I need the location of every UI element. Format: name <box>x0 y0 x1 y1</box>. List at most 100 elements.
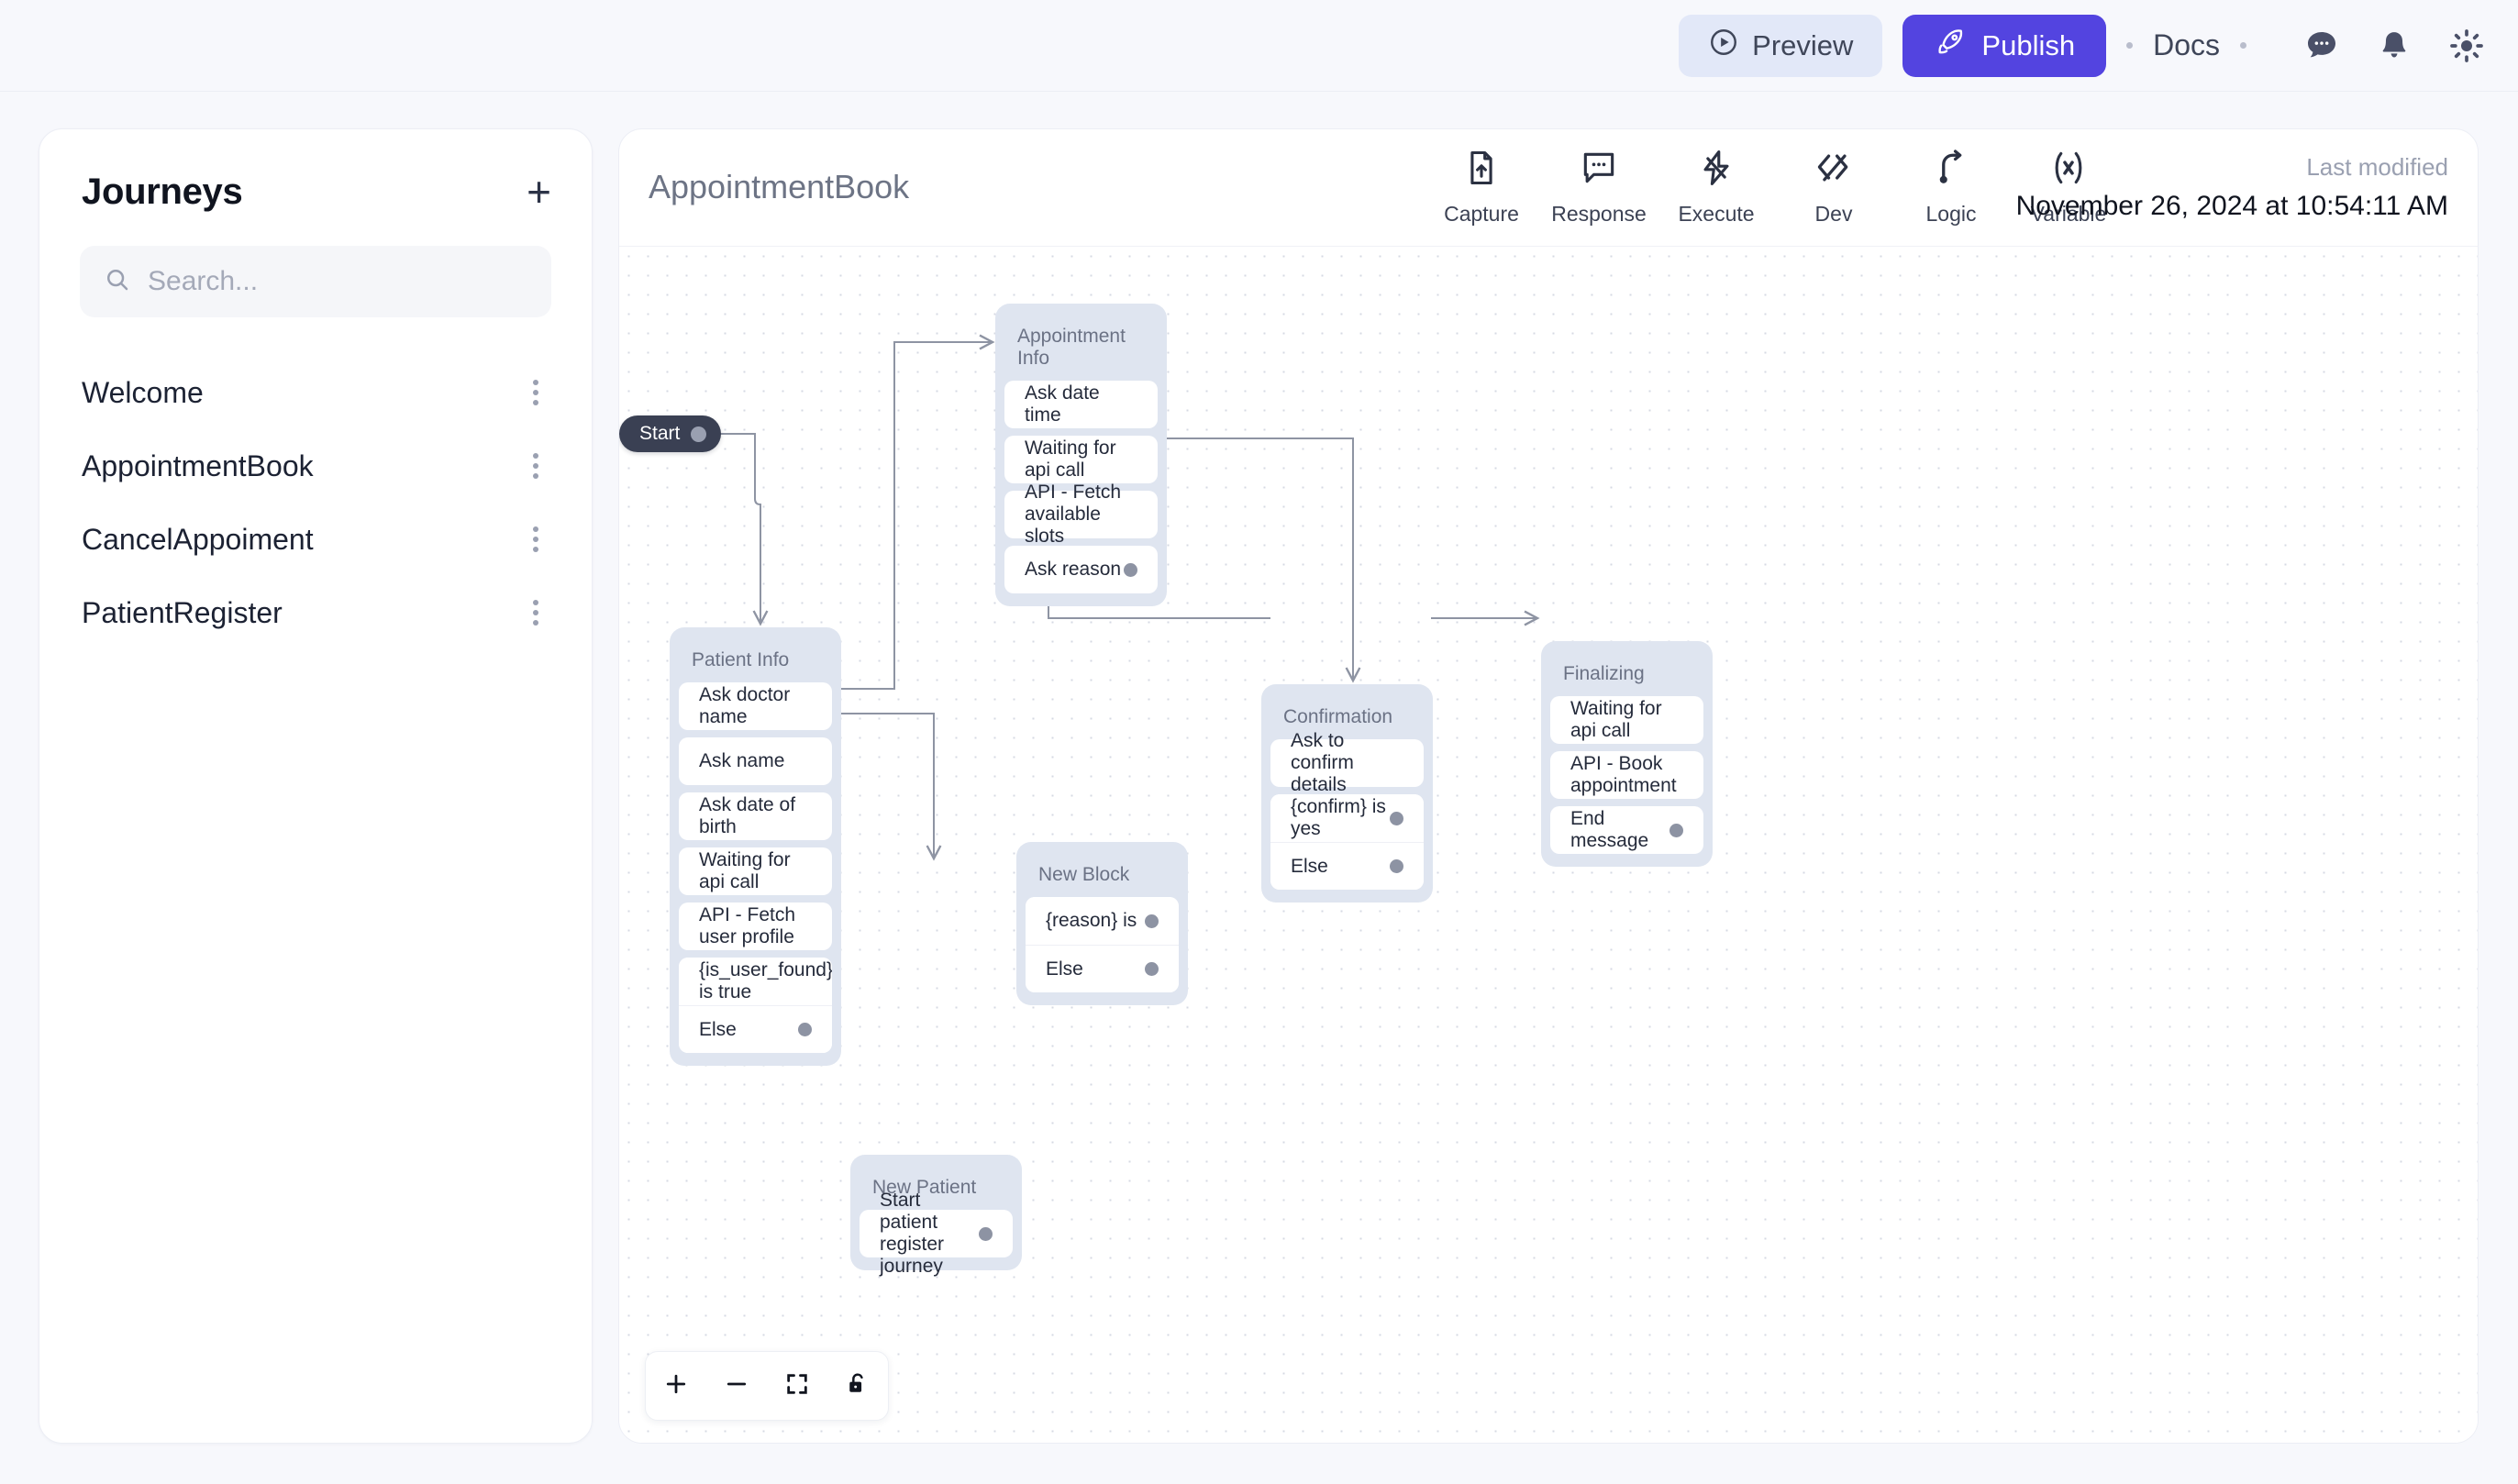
output-port[interactable] <box>1145 914 1159 928</box>
output-port[interactable] <box>1145 962 1159 976</box>
journey-name: Welcome <box>82 375 204 409</box>
node-row[interactable]: {confirm} is yes <box>1270 794 1424 842</box>
flow-canvas[interactable]: Start Appointment Info Ask date time Wai… <box>619 247 2478 1443</box>
more-options-icon[interactable] <box>520 371 551 415</box>
tool-logic[interactable]: Logic <box>1892 148 2010 227</box>
row-label: Else <box>1046 958 1083 980</box>
bell-icon[interactable] <box>2377 28 2412 63</box>
lock-icon <box>845 1371 871 1401</box>
node-finalizing[interactable]: Finalizing Waiting for api call API - Bo… <box>1541 641 1713 867</box>
search-box[interactable] <box>80 246 551 317</box>
more-options-icon[interactable] <box>520 444 551 488</box>
node-row[interactable]: Ask to confirm details <box>1270 730 1424 795</box>
more-options-icon[interactable] <box>520 517 551 561</box>
separator-dot-right <box>2240 42 2246 49</box>
start-node[interactable]: Start <box>619 415 722 452</box>
tool-capture[interactable]: Capture <box>1423 148 1540 227</box>
node-row[interactable]: API - Fetch available slots <box>1004 482 1158 547</box>
row-label: Ask to confirm details <box>1291 730 1354 795</box>
start-output-port[interactable] <box>691 426 707 442</box>
node-title: New Block <box>1038 864 1130 885</box>
node-row[interactable]: Waiting for api call <box>679 847 832 895</box>
sidebar-item-appointmentbook[interactable]: AppointmentBook <box>39 429 592 503</box>
node-row[interactable]: API - Fetch user profile <box>679 903 832 950</box>
node-row[interactable]: Start patient register journey <box>860 1190 1013 1277</box>
tool-label: Logic <box>1925 202 1977 226</box>
row-label: Waiting for api call <box>1025 437 1116 481</box>
node-row[interactable]: Ask name <box>679 737 832 785</box>
row-label: API - Book appointment <box>1570 753 1677 796</box>
message-icon <box>1579 148 1619 193</box>
node-row[interactable]: Else <box>1026 945 1179 992</box>
node-row[interactable]: Waiting for api call <box>1550 696 1703 744</box>
row-label: Start patient register journey <box>880 1190 945 1277</box>
output-port[interactable] <box>979 1226 993 1241</box>
start-label: Start <box>639 423 681 444</box>
branch-arrow-icon <box>1931 148 1971 193</box>
sidebar-item-cancelappoiment[interactable]: CancelAppoiment <box>39 503 592 576</box>
node-new-block[interactable]: New Block {reason} is Else <box>1016 842 1188 1005</box>
node-row[interactable]: API - Book appointment <box>1550 751 1703 799</box>
tool-execute[interactable]: Execute <box>1658 148 1775 227</box>
node-patient-info[interactable]: Patient Info Ask doctor name Ask name As… <box>670 627 841 1066</box>
node-row[interactable]: Ask date time <box>1004 381 1158 428</box>
node-row[interactable]: Ask doctor name <box>679 682 832 730</box>
sidebar-item-patientregister[interactable]: PatientRegister <box>39 576 592 649</box>
row-label: Ask date of birth <box>699 794 796 837</box>
node-title: Appointment Info <box>1017 326 1126 369</box>
journeys-list: Welcome AppointmentBook CancelAppoiment … <box>39 356 592 649</box>
chat-icon[interactable] <box>2303 28 2340 64</box>
output-port[interactable] <box>798 1023 812 1036</box>
tool-dev[interactable]: Dev <box>1775 148 1892 227</box>
sidebar-title: Journeys <box>82 172 243 212</box>
add-journey-button[interactable]: + <box>527 171 551 213</box>
journeys-sidebar: Journeys + Welcome AppointmentBook Cance… <box>39 128 593 1444</box>
row-label: Ask reason <box>1025 559 1122 580</box>
last-modified-value: November 26, 2024 at 10:54:11 AM <box>2015 191 2448 221</box>
last-modified-label: Last modified <box>2306 153 2448 181</box>
top-bar: Preview Publish Docs <box>0 0 2518 92</box>
preview-button[interactable]: Preview <box>1679 14 1883 77</box>
code-icon <box>1814 148 1854 193</box>
zoom-out-button[interactable] <box>706 1351 767 1421</box>
sidebar-item-welcome[interactable]: Welcome <box>39 356 592 429</box>
row-label: Ask date time <box>1025 382 1100 426</box>
tool-label: Dev <box>1814 202 1853 226</box>
journey-name: AppointmentBook <box>82 449 314 482</box>
search-input[interactable] <box>148 266 527 297</box>
zoom-in-button[interactable] <box>646 1351 706 1421</box>
output-port[interactable] <box>1390 811 1403 825</box>
page-title: AppointmentBook <box>649 168 910 205</box>
node-row[interactable]: {is_user_found} is true <box>679 958 832 1005</box>
more-options-icon[interactable] <box>520 591 551 635</box>
row-label: Waiting for api call <box>1570 698 1662 741</box>
node-confirmation[interactable]: Confirmation Ask to confirm details {con… <box>1261 684 1433 903</box>
expand-icon <box>784 1371 810 1401</box>
node-row[interactable]: Ask date of birth <box>679 792 832 840</box>
node-row[interactable]: End message <box>1550 806 1703 854</box>
row-label: {confirm} is yes <box>1291 796 1386 839</box>
docs-link[interactable]: Docs <box>2153 28 2220 62</box>
row-label: Else <box>699 1018 737 1040</box>
sun-icon[interactable] <box>2448 28 2485 64</box>
node-new-patient[interactable]: New Patient Start patient register journ… <box>850 1155 1022 1277</box>
node-row[interactable]: {reason} is <box>1026 897 1179 945</box>
node-row[interactable]: Waiting for api call <box>1004 436 1158 483</box>
node-row[interactable]: Else <box>1270 842 1424 890</box>
row-label: Ask doctor name <box>699 684 791 727</box>
journey-name: PatientRegister <box>82 595 283 629</box>
output-port[interactable] <box>1390 859 1403 873</box>
output-port[interactable] <box>1124 562 1137 577</box>
last-modified: Last modified November 26, 2024 at 10:54… <box>2016 153 2448 222</box>
output-port[interactable] <box>1669 823 1683 837</box>
play-circle-icon <box>1708 27 1739 65</box>
node-row[interactable]: Ask reason <box>1004 546 1158 593</box>
publish-button[interactable]: Publish <box>1902 14 2107 77</box>
node-row[interactable]: Else <box>679 1005 832 1053</box>
tool-label: Capture <box>1444 202 1519 226</box>
node-appointment-info[interactable]: Appointment Info Ask date time Waiting f… <box>995 304 1167 606</box>
tool-response[interactable]: Response <box>1540 148 1658 227</box>
fit-view-button[interactable] <box>767 1351 827 1421</box>
node-condition-group: {confirm} is yes Else <box>1270 794 1424 890</box>
lock-button[interactable] <box>827 1351 888 1421</box>
